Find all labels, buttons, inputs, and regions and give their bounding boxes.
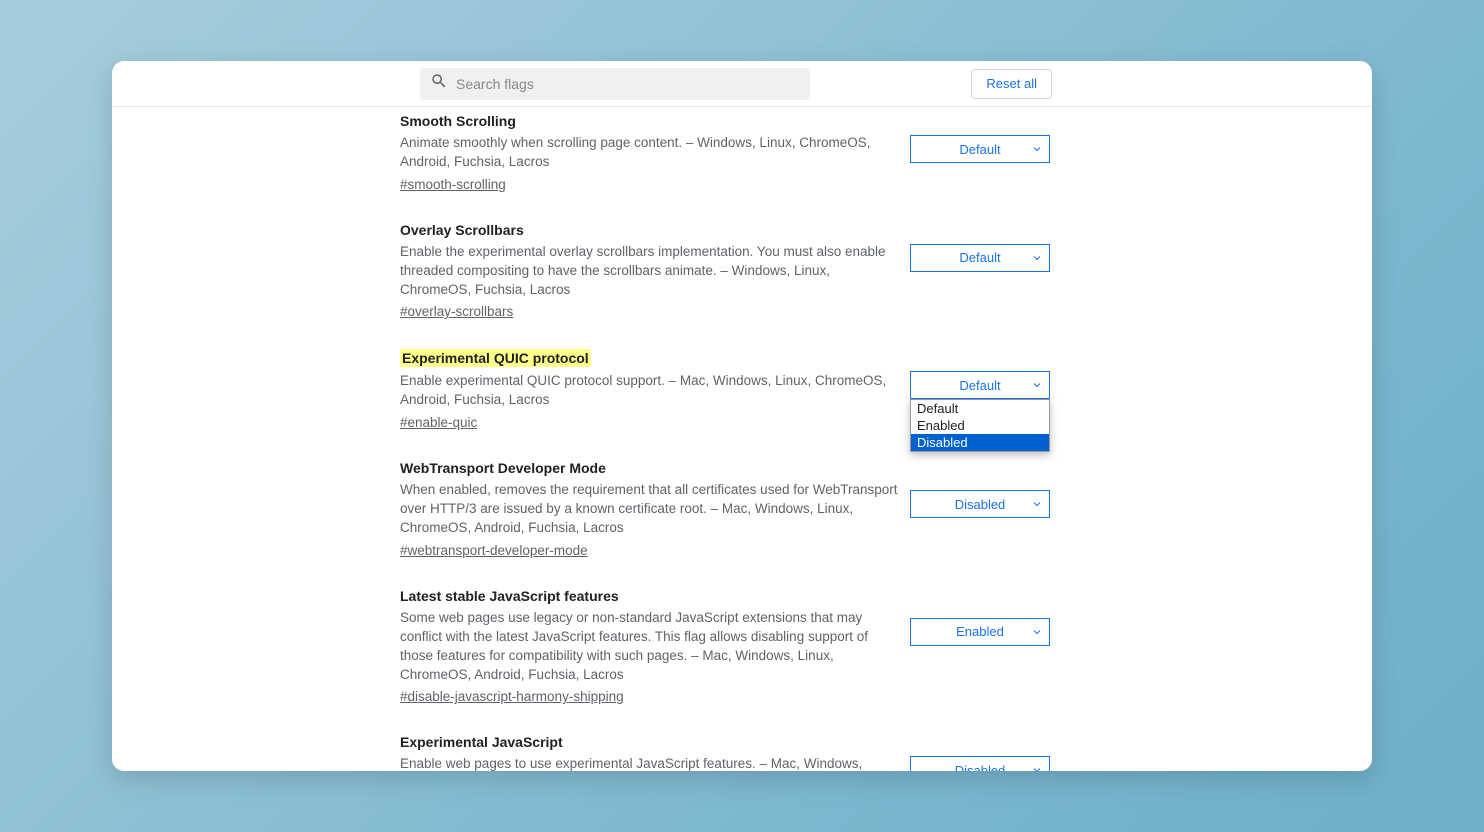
flag-text: Latest stable JavaScript features Some we…	[400, 588, 900, 707]
search-input[interactable]	[456, 76, 800, 92]
flag-anchor-link[interactable]: #overlay-scrollbars	[400, 304, 513, 319]
flag-title: Experimental JavaScript	[400, 734, 563, 750]
flag-select: Disabled	[910, 490, 1050, 518]
search-icon	[430, 72, 448, 95]
header-bar: Reset all	[112, 61, 1372, 107]
flag-description: Enable web pages to use experimental Jav…	[400, 755, 900, 771]
flag-dropdown[interactable]: Default	[910, 244, 1050, 272]
flag-title: WebTransport Developer Mode	[400, 460, 606, 476]
search-box[interactable]	[420, 68, 810, 100]
flag-row: Experimental QUIC protocol Enable experim…	[400, 349, 1050, 432]
flag-dropdown-value: Enabled	[956, 624, 1004, 639]
flag-description: Animate smoothly when scrolling page con…	[400, 134, 900, 172]
flag-row: Smooth Scrolling Animate smoothly when sc…	[400, 113, 1050, 194]
chevron-down-icon	[1031, 498, 1043, 510]
flag-select: Default	[910, 244, 1050, 272]
flag-dropdown[interactable]: Default	[910, 135, 1050, 163]
flag-anchor-link[interactable]: #disable-javascript-harmony-shipping	[400, 689, 624, 704]
flag-list: Smooth Scrolling Animate smoothly when sc…	[400, 107, 1050, 771]
flag-description: When enabled, removes the requirement th…	[400, 481, 900, 538]
flag-row: Experimental JavaScript Enable web pages …	[400, 734, 1050, 771]
flag-dropdown-value: Default	[959, 250, 1000, 265]
flag-dropdown-value: Default	[959, 378, 1000, 393]
flag-text: Smooth Scrolling Animate smoothly when sc…	[400, 113, 900, 194]
flag-title: Latest stable JavaScript features	[400, 588, 619, 604]
flag-dropdown-value: Disabled	[955, 763, 1006, 771]
chevron-down-icon	[1031, 252, 1043, 264]
flag-row: Latest stable JavaScript features Some we…	[400, 588, 1050, 707]
flag-dropdown-list: DefaultEnabledDisabled	[910, 399, 1050, 452]
flag-title: Overlay Scrollbars	[400, 222, 524, 238]
flag-anchor-link[interactable]: #enable-quic	[400, 415, 477, 430]
flag-select: Enabled	[910, 618, 1050, 646]
flag-select: Disabled	[910, 756, 1050, 771]
flag-text: Experimental QUIC protocol Enable experim…	[400, 349, 900, 432]
flag-select: DefaultDefaultEnabledDisabled	[910, 371, 1050, 399]
scroll-area[interactable]: Smooth Scrolling Animate smoothly when sc…	[112, 107, 1372, 771]
flag-row: WebTransport Developer Mode When enabled,…	[400, 460, 1050, 560]
flag-dropdown[interactable]: Disabled	[910, 756, 1050, 771]
flag-row: Overlay Scrollbars Enable the experimenta…	[400, 222, 1050, 322]
flag-title: Experimental QUIC protocol	[400, 349, 591, 367]
flag-dropdown-value: Default	[959, 142, 1000, 157]
dropdown-option[interactable]: Disabled	[911, 434, 1049, 451]
flag-dropdown-value: Disabled	[955, 497, 1006, 512]
chevron-down-icon	[1031, 626, 1043, 638]
flag-description: Some web pages use legacy or non-standar…	[400, 609, 900, 685]
flag-dropdown[interactable]: Default	[910, 371, 1050, 399]
flag-dropdown[interactable]: Enabled	[910, 618, 1050, 646]
flag-description: Enable experimental QUIC protocol suppor…	[400, 372, 900, 410]
dropdown-option[interactable]: Enabled	[911, 417, 1049, 434]
flag-description: Enable the experimental overlay scrollba…	[400, 243, 900, 300]
flag-title: Smooth Scrolling	[400, 113, 516, 129]
flag-text: Overlay Scrollbars Enable the experimenta…	[400, 222, 900, 322]
flag-anchor-link[interactable]: #smooth-scrolling	[400, 177, 506, 192]
reset-all-button[interactable]: Reset all	[971, 69, 1052, 99]
flag-select: Default	[910, 135, 1050, 163]
flag-anchor-link[interactable]: #webtransport-developer-mode	[400, 543, 588, 558]
flag-text: Experimental JavaScript Enable web pages …	[400, 734, 900, 771]
chevron-down-icon	[1031, 143, 1043, 155]
flag-text: WebTransport Developer Mode When enabled,…	[400, 460, 900, 560]
content-area: Smooth Scrolling Animate smoothly when sc…	[112, 107, 1372, 771]
chevron-down-icon	[1031, 764, 1043, 771]
flag-dropdown[interactable]: Disabled	[910, 490, 1050, 518]
chevron-down-icon	[1031, 379, 1043, 391]
dropdown-option[interactable]: Default	[911, 400, 1049, 417]
flags-window: Reset all Smooth Scrolling Animate smooth…	[112, 61, 1372, 771]
